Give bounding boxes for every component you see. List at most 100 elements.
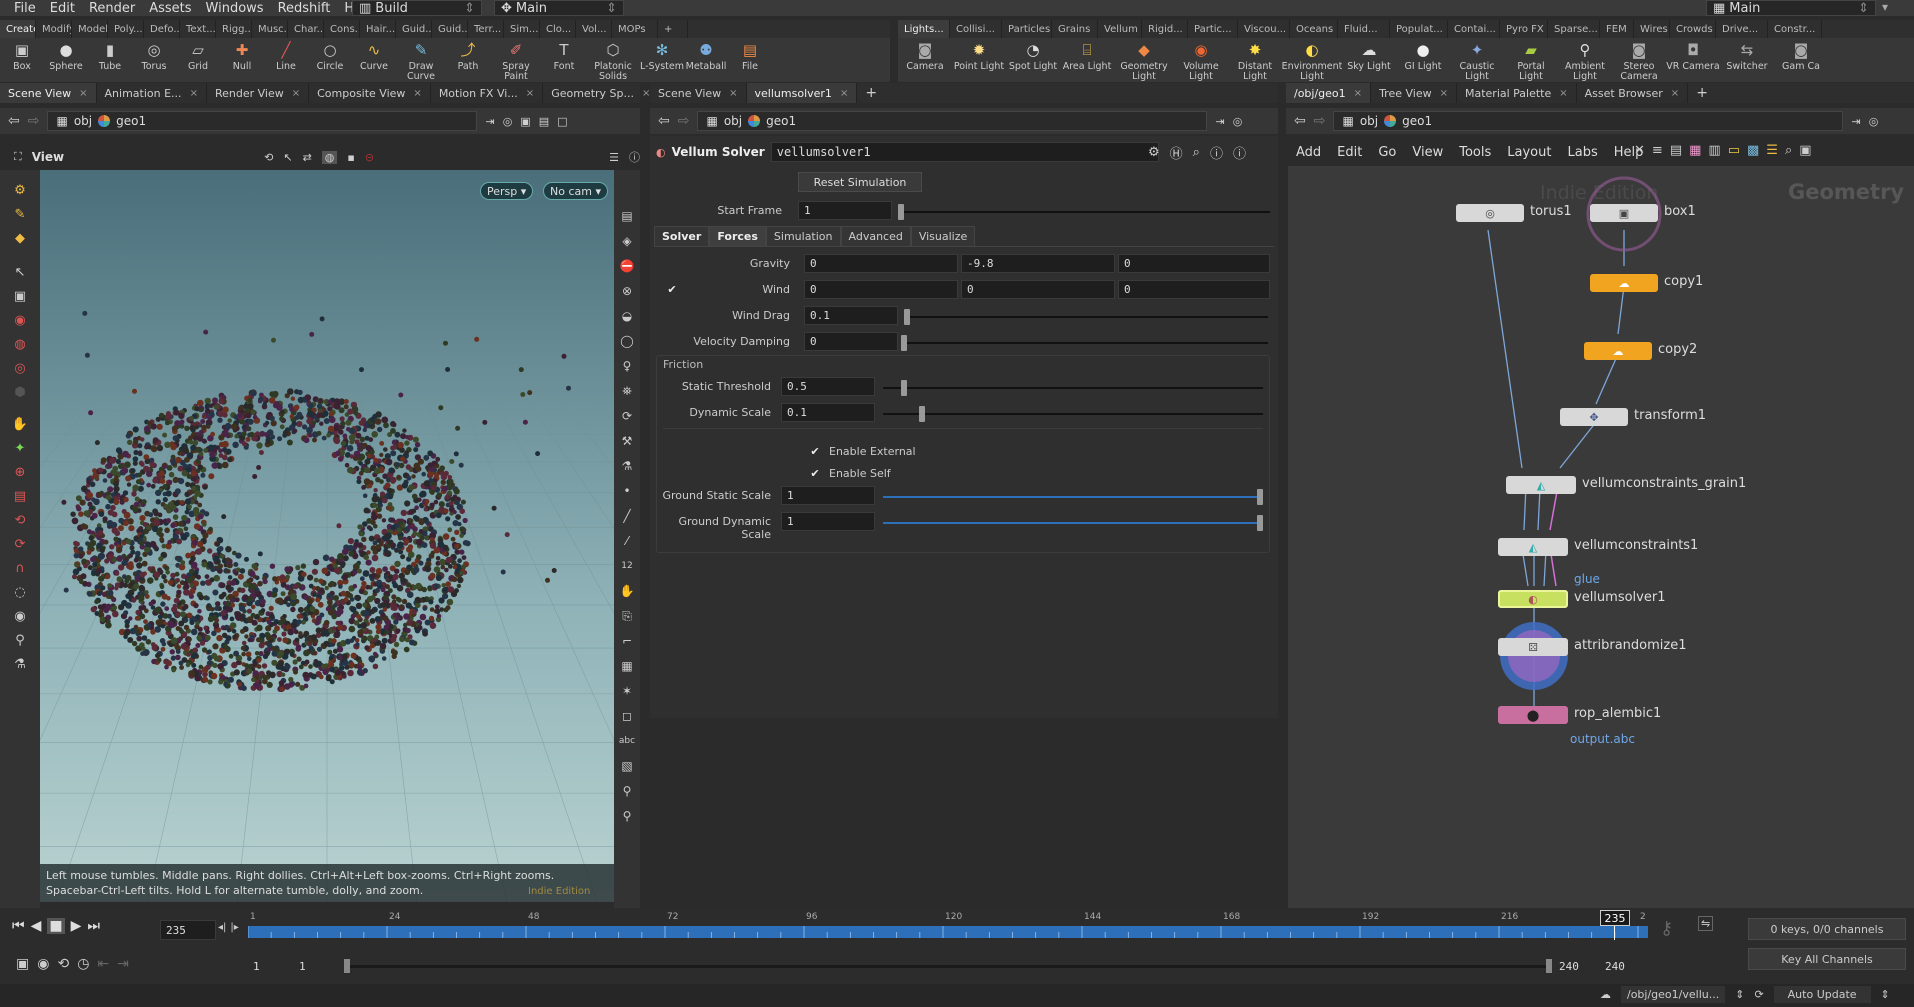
node-name-field[interactable]: vellumsolver1 (770, 142, 1159, 162)
cube-icon[interactable]: ▣ (520, 115, 530, 128)
pin-icon[interactable]: ⇥ (485, 115, 494, 128)
tab-obj-geo1-0[interactable]: /obj/geo1 × (1286, 83, 1372, 103)
display-tool-icon-15[interactable]: ✋ (617, 581, 637, 601)
back-icon[interactable]: ⇦ (1294, 113, 1306, 129)
param-tab-simulation[interactable]: Simulation (765, 226, 841, 246)
display-tool-icon-24[interactable]: ⚲ (617, 806, 637, 826)
tool-draw-curve[interactable]: ✎ Draw Curve (396, 38, 446, 82)
viewport[interactable]: Persp ▾ No cam ▾ Left mouse tumbles. Mid… (40, 170, 614, 902)
select-icon[interactable]: ↖ (283, 151, 292, 164)
grid-icon[interactable]: ▦ (1689, 143, 1701, 158)
range-start-field-2[interactable]: 1 (294, 956, 338, 976)
ground-static-slider[interactable] (883, 489, 1263, 505)
channel-icon[interactable]: ⇋ (1698, 916, 1714, 931)
wind-z[interactable]: 0 (1118, 280, 1270, 299)
shelf-tab-cons-9[interactable]: Cons... (324, 20, 360, 38)
shelf-tab-sparse-13[interactable]: Sparse... (1548, 20, 1600, 38)
display-tool-icon-2[interactable]: ⛔ (617, 256, 637, 276)
dynamic-scale-field[interactable]: 0.1 (781, 403, 875, 422)
display-tool-icon-19[interactable]: ✶ (617, 681, 637, 701)
tab-animation-e-1[interactable]: Animation E... × (97, 83, 207, 103)
shelf-tab-rigg-6[interactable]: Rigg... (216, 20, 252, 38)
shelf-tab-contai-11[interactable]: Contai... (1448, 20, 1500, 38)
static-threshold-slider[interactable] (883, 380, 1263, 396)
display-tool-icon-18[interactable]: ▦ (617, 656, 637, 676)
timeline-bar[interactable]: 1 24 48 72 96 120 144 168 192 216 2 235 (248, 910, 1648, 946)
chevron-down-icon[interactable]: ⇕ (1881, 988, 1890, 1001)
shelf-tab-defo-4[interactable]: Defo... (144, 20, 180, 38)
tab-material-palette-2[interactable]: Material Palette × (1457, 83, 1577, 103)
forward-icon[interactable]: ⇨ (28, 113, 40, 129)
close-icon[interactable]: × (1354, 88, 1362, 99)
audio-icon[interactable]: ◉ (37, 956, 49, 972)
close-icon[interactable]: × (292, 88, 300, 99)
range-slider[interactable] (344, 965, 1546, 968)
menu-windows[interactable]: Windows (206, 1, 264, 16)
network-menu-edit[interactable]: Edit (1337, 145, 1362, 160)
tool-path[interactable]: ⤴ Path (446, 38, 490, 82)
display-tool-icon-7[interactable]: ⛯ (617, 381, 637, 401)
shelf-tab-oceans-8[interactable]: Oceans (1290, 20, 1338, 38)
node-attribrandomize1[interactable]: ⚄ (1498, 638, 1568, 656)
enable-self-checkbox[interactable]: ✔ (809, 467, 821, 480)
network-menu-layout[interactable]: Layout (1507, 145, 1551, 160)
slider-handle[interactable] (901, 380, 907, 396)
left-tool-icon-11[interactable]: ⊕ (10, 462, 30, 482)
path-obj[interactable]: obj (724, 114, 742, 128)
param-tab-visualize[interactable]: Visualize (910, 226, 976, 246)
close-icon[interactable]: × (190, 88, 198, 99)
left-tool-icon-14[interactable]: ⟳ (10, 534, 30, 554)
search-icon[interactable]: ⌕ (1785, 143, 1792, 158)
shelf-tab-hair-10[interactable]: Hair... (360, 20, 396, 38)
close-icon[interactable]: × (526, 88, 534, 99)
go-start-icon[interactable]: ⏮ (12, 918, 25, 934)
current-frame-field[interactable]: 235 (160, 920, 216, 940)
slider-handle[interactable] (919, 406, 925, 422)
options-icon[interactable]: ▣ (1799, 143, 1811, 158)
shelf-tab-mops-17[interactable]: MOPs (612, 20, 658, 38)
left-tool-icon-4[interactable]: ▣ (10, 286, 30, 306)
shelf-tab-drive-17[interactable]: Drive... (1716, 20, 1768, 38)
left-tool-icon-16[interactable]: ◌ (10, 582, 30, 602)
left-tool-icon-0[interactable]: ⚙ (10, 180, 30, 200)
close-icon[interactable]: × (729, 88, 737, 99)
shelf-tab-musc-7[interactable]: Musc... (252, 20, 288, 38)
slider-handle[interactable] (904, 309, 910, 325)
display-tool-icon-5[interactable]: ◯ (617, 331, 637, 351)
left-path-field[interactable]: ▦ obj geo1 (47, 111, 478, 131)
back-icon[interactable]: ⇦ (658, 113, 670, 129)
close-icon[interactable]: × (413, 88, 421, 99)
help-icon[interactable]: ⓘ (629, 149, 640, 165)
left-tool-icon-9[interactable]: ✋ (10, 414, 30, 434)
ground-dynamic-field[interactable]: 1 (781, 512, 875, 531)
clock-icon[interactable]: ◷ (77, 956, 89, 972)
tool-grid[interactable]: ▱ Grid (176, 38, 220, 82)
display-icon[interactable]: ▤ (539, 115, 549, 128)
range-end-field-2[interactable]: 240 (1600, 956, 1644, 976)
slider-handle[interactable] (901, 335, 907, 351)
tumble-icon[interactable]: ⟲ (264, 151, 273, 164)
tab-asset-browser-3[interactable]: Asset Browser × (1577, 83, 1689, 103)
shelf-tab-guid-12[interactable]: Guid... (432, 20, 468, 38)
frame-marker[interactable]: 235 (1600, 910, 1630, 926)
refresh-icon[interactable]: ⟳ (1754, 988, 1763, 1001)
tool-null[interactable]: ✚ Null (220, 38, 264, 82)
shelf-tab-lights-0[interactable]: Lights... (898, 20, 950, 38)
camera-menu[interactable]: No cam ▾ (543, 182, 608, 200)
shelf-tab-sim-14[interactable]: Sim... (504, 20, 540, 38)
shelf-tab-clo-15[interactable]: Clo... (540, 20, 576, 38)
step-back-icon[interactable]: ◂| (218, 922, 226, 933)
menu-redshift[interactable]: Redshift (278, 1, 331, 16)
tool-font[interactable]: T Font (542, 38, 586, 82)
tool-spot-light[interactable]: ◔ Spot Light (1006, 38, 1060, 82)
play-icon[interactable]: ▶ (71, 918, 82, 934)
network-menu-labs[interactable]: Labs (1567, 145, 1597, 160)
shelf-tab-wires-15[interactable]: Wires (1634, 20, 1670, 38)
display-tool-icon-13[interactable]: ⁄ (617, 531, 637, 551)
velocity-damping-field[interactable]: 0 (804, 332, 898, 351)
shelf-tab-partic-6[interactable]: Partic... (1188, 20, 1238, 38)
search-icon[interactable]: ⌕ (1193, 145, 1200, 160)
shelf-tab-constr-18[interactable]: Constr... (1768, 20, 1822, 38)
layout-icon[interactable]: ▤ (1670, 143, 1682, 158)
image-icon[interactable]: ▩ (1747, 143, 1759, 158)
